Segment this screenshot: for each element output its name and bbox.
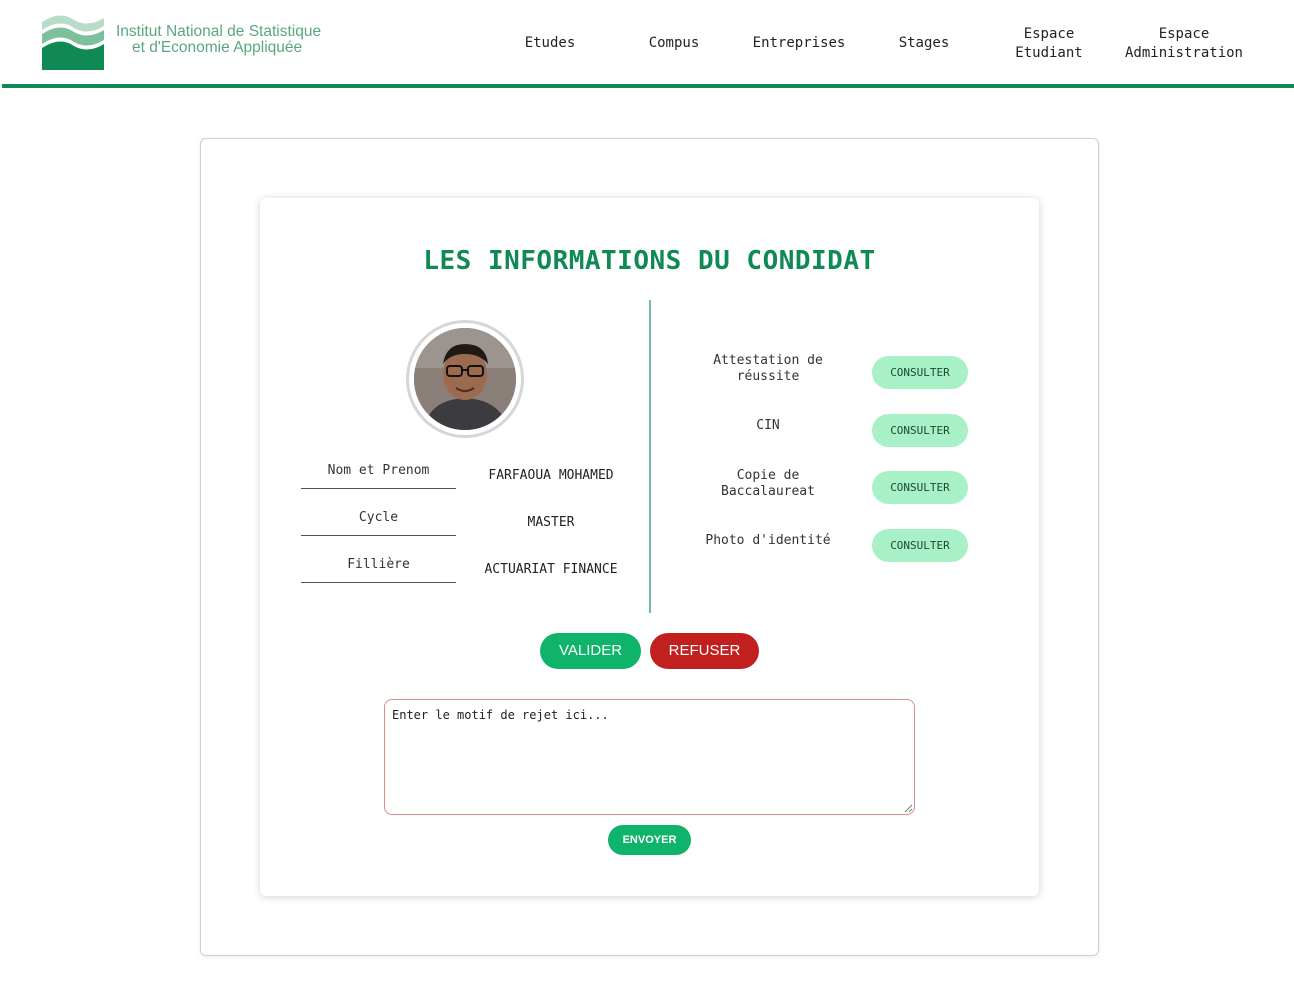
rejection-reason-input[interactable]: [384, 699, 915, 815]
field-value-nom-prenom: FARFAOUA MOHAMED: [488, 468, 614, 483]
doc-label-cin: CIN: [756, 418, 780, 433]
nav-espace-administration[interactable]: Espace Administration: [1118, 25, 1250, 63]
field-value-filliere: ACTUARIAT FINANCE: [484, 562, 618, 577]
institution-name-line2: et d'Economie Appliquée: [132, 39, 303, 56]
nav-espace-etudiant-line1: Espace: [1023, 26, 1075, 42]
site-header: Institut National de Statistique et d'Ec…: [0, 0, 1294, 88]
doc-label-attestation: Attestation de réussite: [713, 353, 823, 384]
candidate-photo-icon: [414, 328, 516, 430]
institution-name-line1: Institut National de Statistique: [116, 23, 322, 40]
nav-espace-administration-line1: Espace: [1158, 26, 1210, 42]
header-divider: [2, 84, 1294, 88]
nav-stages[interactable]: Stages: [890, 34, 958, 53]
consult-cin-button[interactable]: CONSULTER: [872, 414, 968, 447]
institution-name[interactable]: Institut National de Statistique et d'Ec…: [116, 24, 321, 56]
consult-photo-button[interactable]: CONSULTER: [872, 529, 968, 562]
nav-etudes[interactable]: Etudes: [516, 34, 584, 53]
page-title: LES INFORMATIONS DU CONDIDAT: [423, 246, 876, 276]
refuser-button[interactable]: REFUSER: [650, 633, 759, 669]
resize-handle-icon[interactable]: [904, 804, 913, 813]
field-label-filliere: Fillière: [301, 557, 456, 583]
nav-compus[interactable]: Compus: [640, 34, 708, 53]
section-divider: [649, 300, 651, 613]
nav-espace-administration-line2: Administration: [1124, 45, 1243, 61]
avatar: [414, 328, 516, 430]
nav-espace-etudiant-line2: Etudiant: [1015, 45, 1083, 61]
consult-attestation-button[interactable]: CONSULTER: [872, 356, 968, 389]
doc-label-photo: Photo d'identité: [705, 533, 831, 548]
consult-baccalaureat-button[interactable]: CONSULTER: [872, 471, 968, 504]
field-label-nom-prenom: Nom et Prenom: [301, 463, 456, 489]
nav-entreprises[interactable]: Entreprises: [748, 34, 850, 53]
envoyer-button[interactable]: ENVOYER: [608, 825, 691, 855]
insea-logo-icon[interactable]: [40, 12, 106, 72]
nav-espace-etudiant[interactable]: Espace Etudiant: [1004, 25, 1094, 63]
field-value-cycle: MASTER: [527, 515, 575, 530]
doc-label-baccalaureat: Copie de Baccalaureat: [721, 468, 815, 499]
valider-button[interactable]: VALIDER: [540, 633, 641, 669]
field-label-cycle: Cycle: [301, 510, 456, 536]
